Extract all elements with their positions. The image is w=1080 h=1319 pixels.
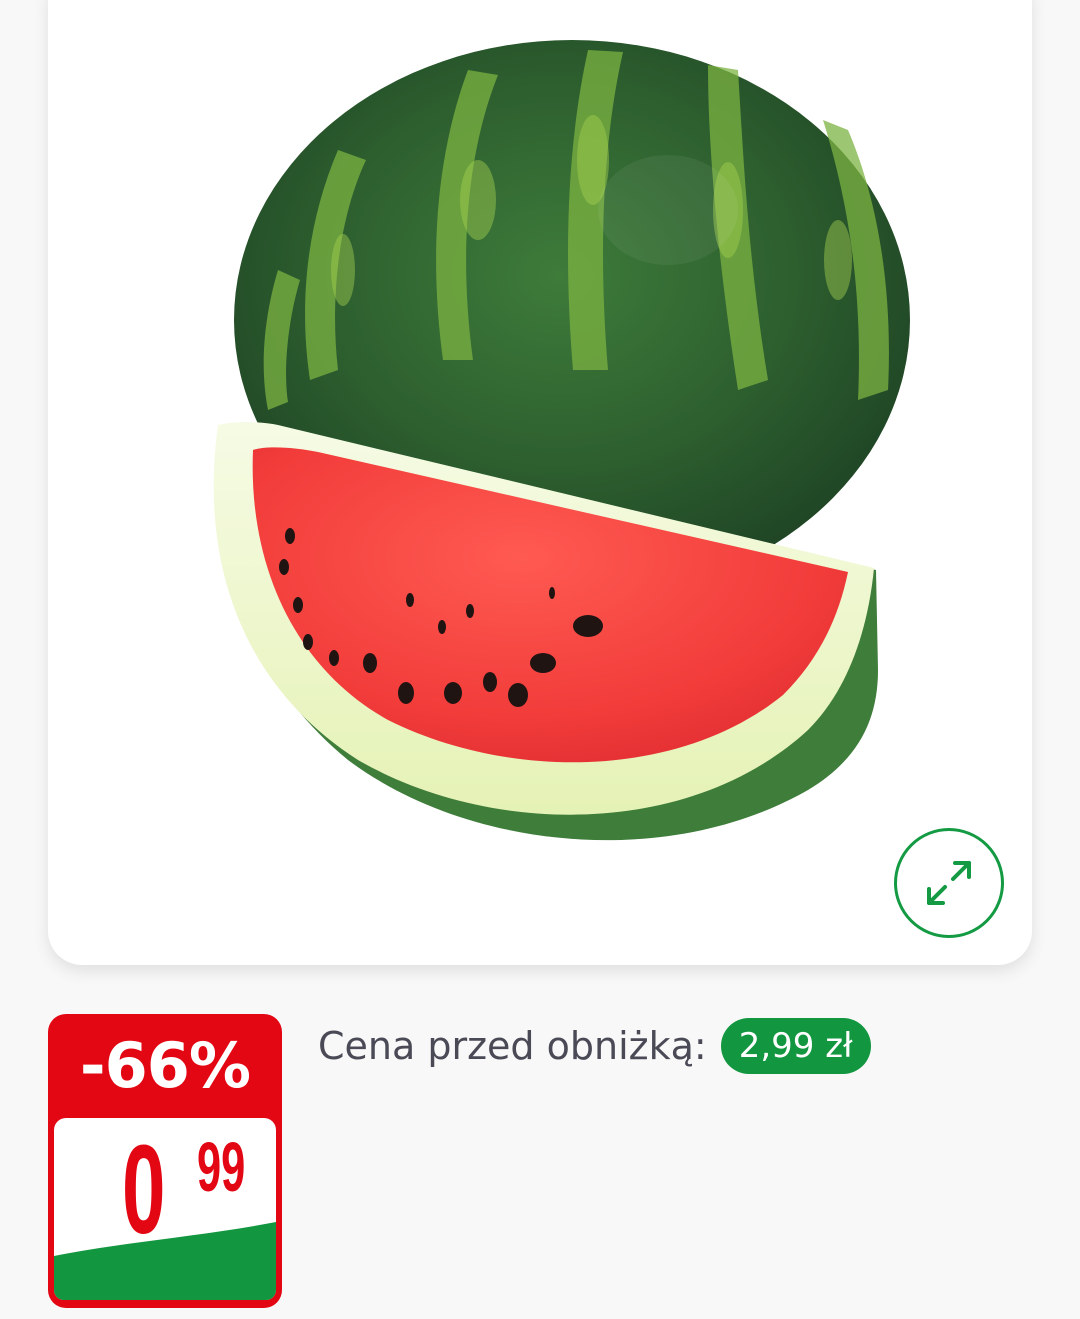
watermelon-image	[213, 40, 910, 841]
expand-arrows-icon	[927, 861, 971, 905]
product-image-card[interactable]	[48, 0, 1032, 965]
price-box: 0 99	[54, 1118, 276, 1300]
price-decimal: 99	[197, 1128, 246, 1206]
discount-label: -66%	[79, 1029, 251, 1102]
product-page: -66% 0 99 Cena przed obniżką: 2,99 zł	[0, 0, 1080, 1319]
price-badge: -66% 0 99	[48, 1014, 282, 1308]
current-price: 0 99	[54, 1119, 276, 1260]
previous-price-value: 2,99 zł	[720, 1018, 871, 1074]
zoom-button[interactable]	[894, 828, 1004, 938]
previous-price-label: Cena przed obniżką:	[318, 1024, 707, 1068]
price-integer: 0	[122, 1119, 166, 1260]
previous-price-row: Cena przed obniżką: 2,99 zł	[318, 1018, 871, 1074]
